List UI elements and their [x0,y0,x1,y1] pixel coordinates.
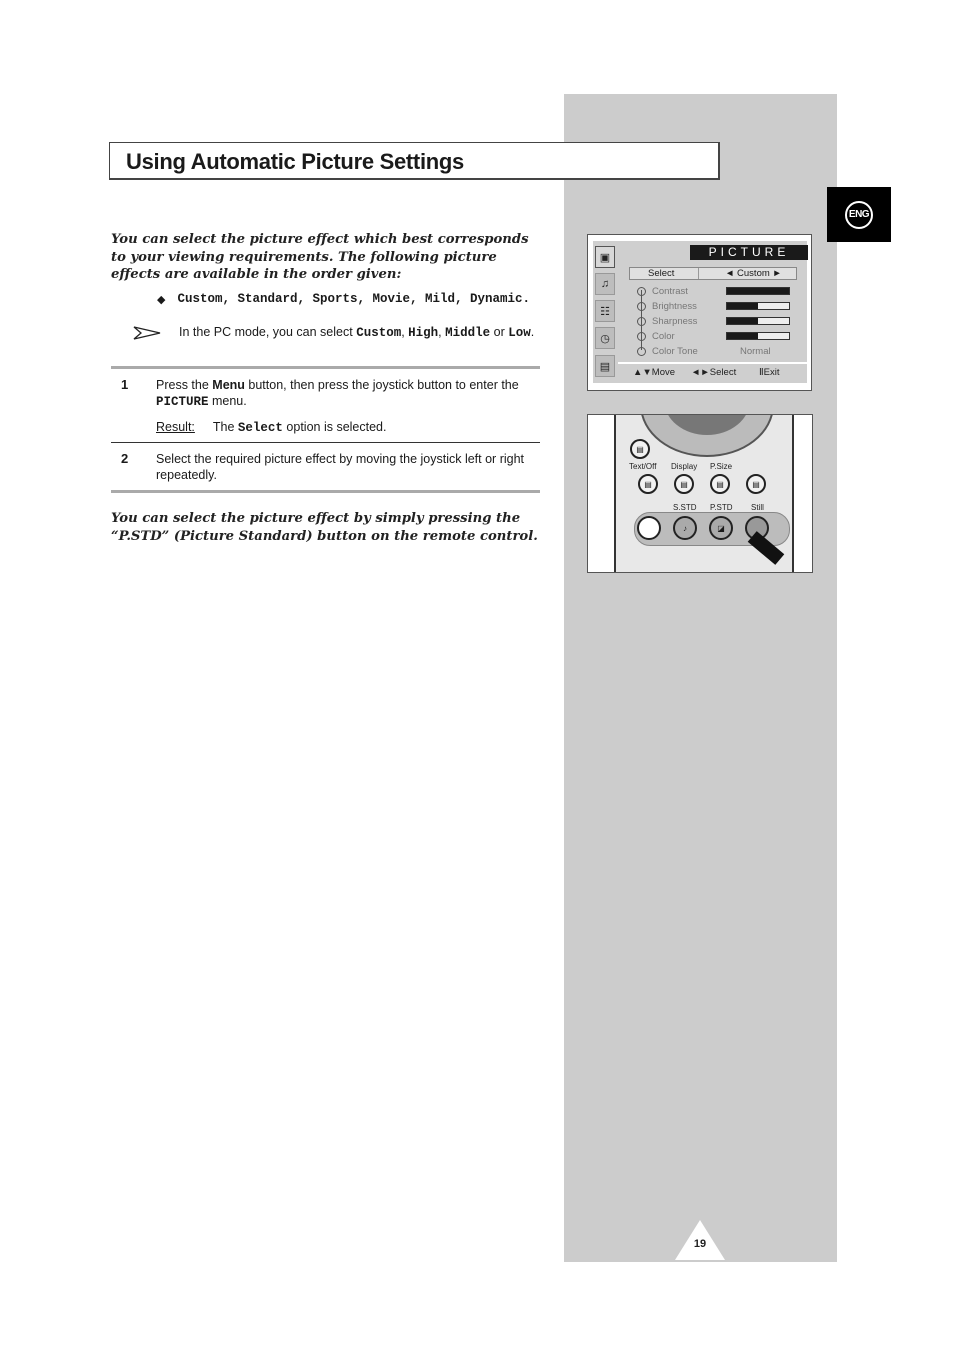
step-text-part: menu. [208,394,247,408]
radio-dot-icon [637,287,646,296]
teletext-button-icon: ▤ [630,439,650,459]
radio-dot-icon [637,302,646,311]
s-std-button-icon: ♪ [673,516,697,540]
radio-dot-icon [637,332,646,341]
language-tab: ENG [827,187,891,242]
cancel-button-icon: ▤ [746,474,766,494]
note-option-middle: Middle [445,326,491,340]
divider [111,442,540,443]
result-text-part: option is selected. [282,420,387,434]
outro-paragraph: You can select the picture effect by sim… [111,511,538,544]
step-number: 1 [121,377,129,392]
display-button-icon: ▤ [674,474,694,494]
level-bar-fill [727,288,789,294]
level-bar [726,287,790,295]
note-option-low: Low [508,326,531,340]
remote-label-display: Display [671,462,698,471]
level-bar-fill [727,333,758,339]
note-option-high: High [408,326,439,340]
divider [111,366,540,369]
pc-mode-note: In the PC mode, you can select Custom, H… [133,325,553,340]
remote-label-text-off: Text/Off [629,462,657,471]
step-text: Select the required picture effect by mo… [156,452,525,482]
radio-dot-icon [637,317,646,326]
intro-paragraph: You can select the picture effect which … [111,232,529,282]
level-bar [726,317,790,325]
note-suffix: . [530,325,535,339]
level-bar-fill [727,318,758,324]
result-label: Result: [156,420,195,434]
osd-icon-column: ▣ ♫ ☷ ◷ ▤ [593,241,618,383]
title-box: Using Automatic Picture Settings [109,142,720,180]
text-off-button-icon: ▤ [638,474,658,494]
osd-title: PICTURE [690,245,808,260]
note-prefix: In the PC mode, you can select [179,325,357,339]
osd-select-value: ◄ Custom ► [725,268,782,279]
page-number: 19 [693,1238,707,1250]
osd-footer-divider [618,362,807,364]
remote-label-s-std: S.STD [673,503,697,512]
osd-footer-exit: ⅡExit [759,367,780,378]
osd-row-label: Brightness [652,301,697,312]
p-std-button-icon: ◪ [709,516,733,540]
blank-button-icon [637,516,661,540]
sound-icon: ♫ [595,273,615,295]
osd-select-row: Select ◄ Custom ► [629,267,797,280]
remote-control-figure: P ☰ ▤ Text/Off Display P.Size ▤ ▤ ▤ ▤ S.… [587,414,813,573]
level-bar [726,302,790,310]
joystick-center [664,415,750,435]
joystick: P ☰ [640,415,774,457]
step-body: Press the Menu button, then press the jo… [156,377,541,436]
osd-row-label: Color [652,331,675,342]
effects-list: ◆ Custom, Standard, Sports, Movie, Mild,… [157,292,530,306]
osd-footer-move: ▲▼Move [633,367,676,378]
tv-picture-icon: ▣ [595,246,615,268]
page-number-marker: 19 [675,1220,725,1260]
remote-label-p-size: P.Size [710,462,733,471]
level-bar [726,332,790,340]
level-bar-fill [727,303,758,309]
clock-icon: ◷ [595,327,615,349]
note-text: In the PC mode, you can select Custom, H… [179,325,534,340]
step-result: Result: The Select option is selected. [156,419,541,436]
osd-row-label: Sharpness [652,316,698,327]
osd-menu: ▣ ♫ ☷ ◷ ▤ PICTURE Select ◄ Custom ► Cont… [593,241,808,383]
picture-keyword: PICTURE [156,395,209,409]
result-text-part: The [212,420,238,434]
osd-row-value: Normal [740,346,771,357]
step-text: Press the Menu button, then press the jo… [156,377,541,410]
osd-select-separator [698,268,699,279]
note-option-custom: Custom [356,326,402,340]
step-text-part: Press the [156,378,213,392]
osd-row-label: Contrast [652,286,688,297]
note-separator: or [490,325,509,339]
osd-row-label: Color Tone [652,346,698,357]
note-arrow-icon [133,325,161,340]
radio-dot-icon [637,347,646,356]
osd-footer-select: ◄►Select [691,367,737,378]
diamond-bullet-icon: ◆ [157,293,166,306]
remote-body: P ☰ ▤ Text/Off Display P.Size ▤ ▤ ▤ ▤ S.… [614,415,794,572]
step-text-part: button, then press the joystick button t… [244,378,519,392]
p-size-button-icon: ▤ [710,474,730,494]
language-badge: ENG [845,200,873,229]
channel-icon: ▤ [595,355,615,377]
osd-menu-figure: ▣ ♫ ☷ ◷ ▤ PICTURE Select ◄ Custom ► Cont… [587,234,812,391]
divider [111,490,540,493]
remote-label-p-std: P.STD [710,503,733,512]
effects-list-text: Custom, Standard, Sports, Movie, Mild, D… [177,292,531,306]
step-number: 2 [121,451,129,466]
setup-icon: ☷ [595,300,615,322]
page-title: Using Automatic Picture Settings [126,149,464,174]
remote-label-still: Still [751,503,764,512]
select-keyword: Select [237,421,283,435]
menu-keyword: Menu [212,378,245,392]
osd-select-label: Select [648,268,675,279]
